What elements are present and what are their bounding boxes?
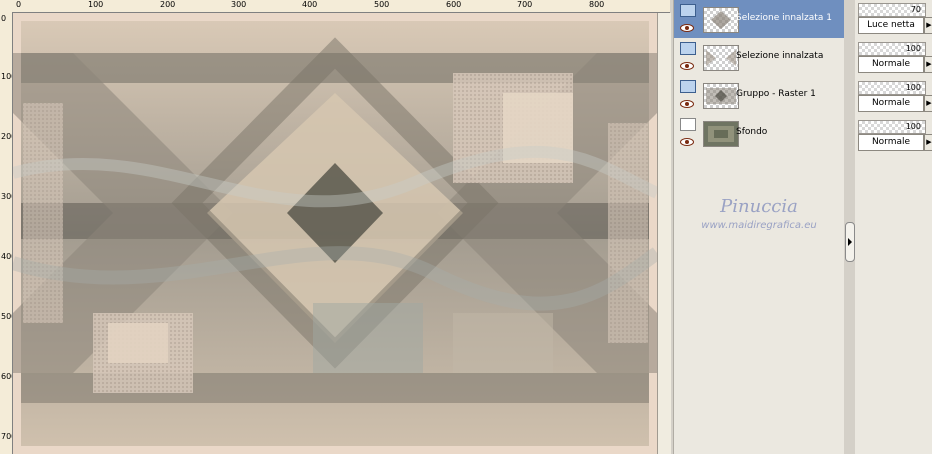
dropdown-arrow-icon[interactable]: ▶ (924, 95, 932, 112)
layer-thumbnail (703, 7, 739, 33)
visibility-eye-icon[interactable] (680, 62, 694, 70)
layer-props-1: 70 Luce netta ▶ (858, 2, 932, 40)
dropdown-arrow-icon[interactable]: ▶ (924, 17, 932, 34)
ruler-label: 500 (374, 0, 390, 9)
layer-row-selezione-innalzata[interactable]: Selezione innalzata (674, 38, 844, 76)
layer-name: Sfondo (736, 127, 768, 137)
opacity-value: 100 (905, 122, 921, 131)
layer-name: Gruppo - Raster 1 (736, 89, 816, 99)
opacity-slider[interactable]: 100 (858, 81, 926, 95)
opacity-value: 100 (905, 44, 921, 53)
visibility-eye-icon[interactable] (680, 138, 694, 146)
panel-collapse-handle[interactable] (845, 222, 855, 262)
visibility-eye-icon[interactable] (680, 24, 694, 32)
vertical-scrollbar[interactable] (657, 13, 671, 454)
ruler-label: 100 (88, 0, 104, 9)
image-canvas[interactable] (13, 13, 670, 454)
ruler-label: 0 (1, 14, 7, 23)
layer-thumbnail (703, 83, 739, 109)
layer-props-2: 100 Normale ▶ (858, 41, 932, 79)
watermark-name: Pinuccia (720, 196, 798, 217)
layer-props-3: 100 Normale ▶ (858, 80, 932, 118)
ruler-label: 400 (1, 252, 12, 261)
layer-thumbnail (703, 121, 739, 147)
layer-name: Selezione innalzata 1 (736, 13, 832, 23)
blend-mode-select[interactable]: Normale (858, 56, 924, 73)
ruler-label: 400 (302, 0, 318, 9)
layer-thumbnail (703, 45, 739, 71)
layer-name: Selezione innalzata (736, 51, 824, 61)
ruler-label: 800 (589, 0, 605, 9)
ruler-label: 200 (1, 132, 12, 141)
opacity-slider[interactable]: 70 (858, 3, 926, 17)
layer-row-sfondo[interactable]: Sfondo (674, 114, 844, 152)
dropdown-arrow-icon[interactable]: ▶ (924, 134, 932, 151)
layer-row-gruppo-raster-1[interactable]: Gruppo - Raster 1 (674, 76, 844, 114)
ruler-label: 200 (160, 0, 176, 9)
ruler-label: 600 (1, 372, 12, 381)
visibility-eye-icon[interactable] (680, 100, 694, 108)
vertical-ruler: 0 100 200 300 400 500 600 700 (0, 12, 13, 454)
opacity-slider[interactable]: 100 (858, 42, 926, 56)
blend-mode-select[interactable]: Luce netta (858, 17, 924, 34)
ruler-label: 500 (1, 312, 12, 321)
ruler-label: 700 (517, 0, 533, 9)
dropdown-arrow-icon[interactable]: ▶ (924, 56, 932, 73)
ruler-label: 700 (1, 432, 12, 441)
watermark-site: www.maidiregrafica.eu (701, 220, 817, 231)
ruler-label: 0 (16, 0, 22, 9)
horizontal-ruler: 0 100 200 300 400 500 600 700 800 (0, 0, 670, 13)
blend-mode-select[interactable]: Normale (858, 95, 924, 112)
opacity-value: 100 (905, 83, 921, 92)
layer-properties-panel: 70 Luce netta ▶ 100 Normale ▶ 100 Normal… (855, 0, 932, 454)
raster-layer-icon (680, 4, 696, 17)
layer-row-selezione-innalzata-1[interactable]: Selezione innalzata 1 (674, 0, 844, 38)
ruler-label: 600 (446, 0, 462, 9)
layer-props-4: 100 Normale ▶ (858, 119, 932, 157)
ruler-label: 100 (1, 72, 12, 81)
background-layer-icon (680, 118, 696, 131)
ruler-label: 300 (231, 0, 247, 9)
blend-mode-select[interactable]: Normale (858, 134, 924, 151)
ruler-label: 300 (1, 192, 12, 201)
raster-layer-icon (680, 42, 696, 55)
opacity-slider[interactable]: 100 (858, 120, 926, 134)
group-layer-icon (680, 80, 696, 93)
opacity-value: 70 (910, 5, 921, 14)
canvas-image (13, 13, 662, 454)
layers-panel: Selezione innalzata 1 Selezione innalzat… (673, 0, 844, 454)
